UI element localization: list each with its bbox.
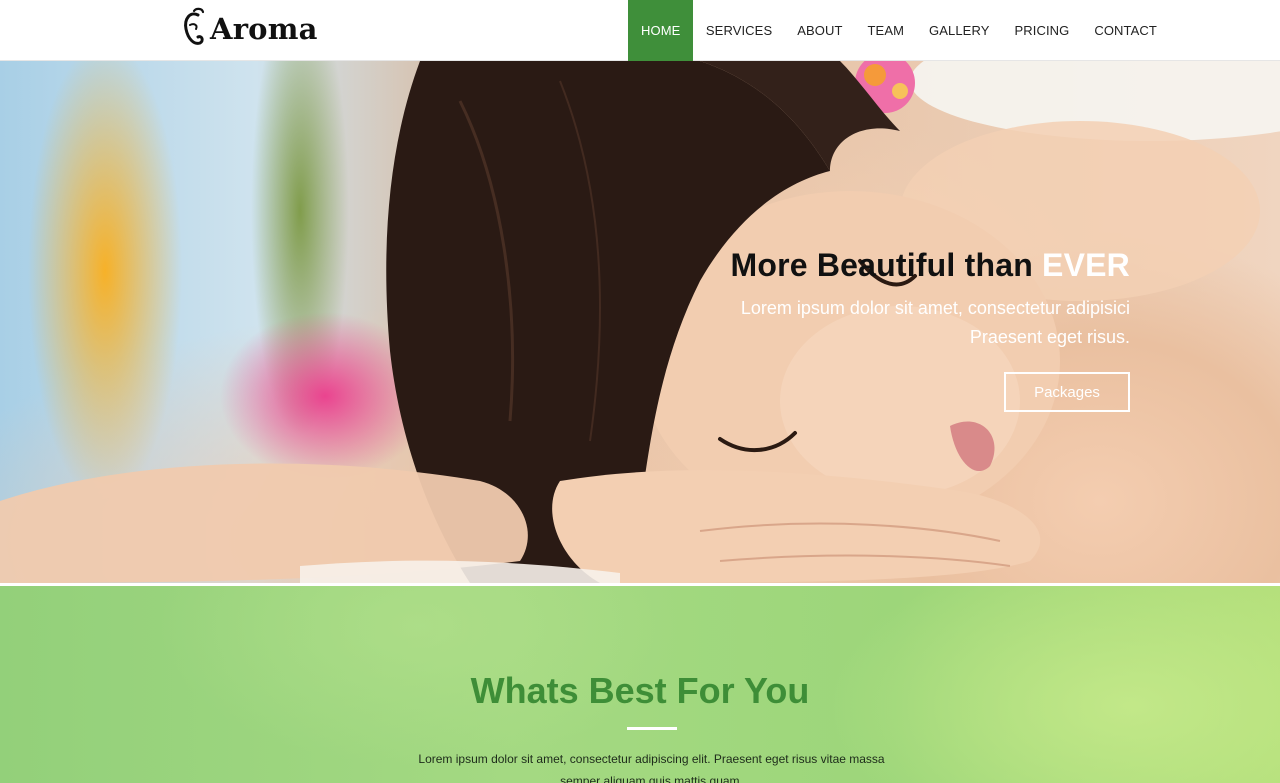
nav-item-gallery[interactable]: GALLERY — [917, 0, 1002, 61]
hero-title: More Beautiful than EVER — [570, 246, 1130, 284]
hero-title-accent: EVER — [1042, 247, 1130, 283]
best-for-you-section: Whats Best For You Lorem ipsum dolor sit… — [0, 583, 1280, 783]
hero-title-main: More Beautiful than — [730, 247, 1043, 283]
nav-item-pricing[interactable]: PRICING — [1002, 0, 1082, 61]
nav-item-team[interactable]: TEAM — [855, 0, 917, 61]
nav-item-services[interactable]: SERVICES — [693, 0, 784, 61]
site-header: Aroma HOME SERVICES ABOUT TEAM GALLERY P… — [0, 0, 1280, 61]
section-text: Lorem ipsum dolor sit amet, consectetur … — [418, 752, 885, 783]
nav-item-home[interactable]: HOME — [628, 0, 694, 61]
logo-text: Aroma — [210, 12, 318, 46]
site-logo[interactable]: Aroma — [180, 6, 318, 52]
nav-item-contact[interactable]: CONTACT — [1082, 0, 1170, 61]
hero-subtitle: Lorem ipsum dolor sit amet, consectetur … — [740, 298, 1130, 348]
swirl-letter-icon — [184, 7, 205, 45]
section-divider — [627, 727, 677, 730]
hero-banner: More Beautiful than EVER Lorem ipsum dol… — [0, 61, 1280, 583]
main-nav: HOME SERVICES ABOUT TEAM GALLERY PRICING… — [628, 0, 1169, 61]
nav-item-about[interactable]: ABOUT — [785, 0, 855, 61]
section-title: Whats Best For You — [470, 670, 810, 711]
hero-content: More Beautiful than EVER Lorem ipsum dol… — [570, 246, 1130, 412]
packages-button[interactable]: Packages — [1004, 372, 1130, 412]
